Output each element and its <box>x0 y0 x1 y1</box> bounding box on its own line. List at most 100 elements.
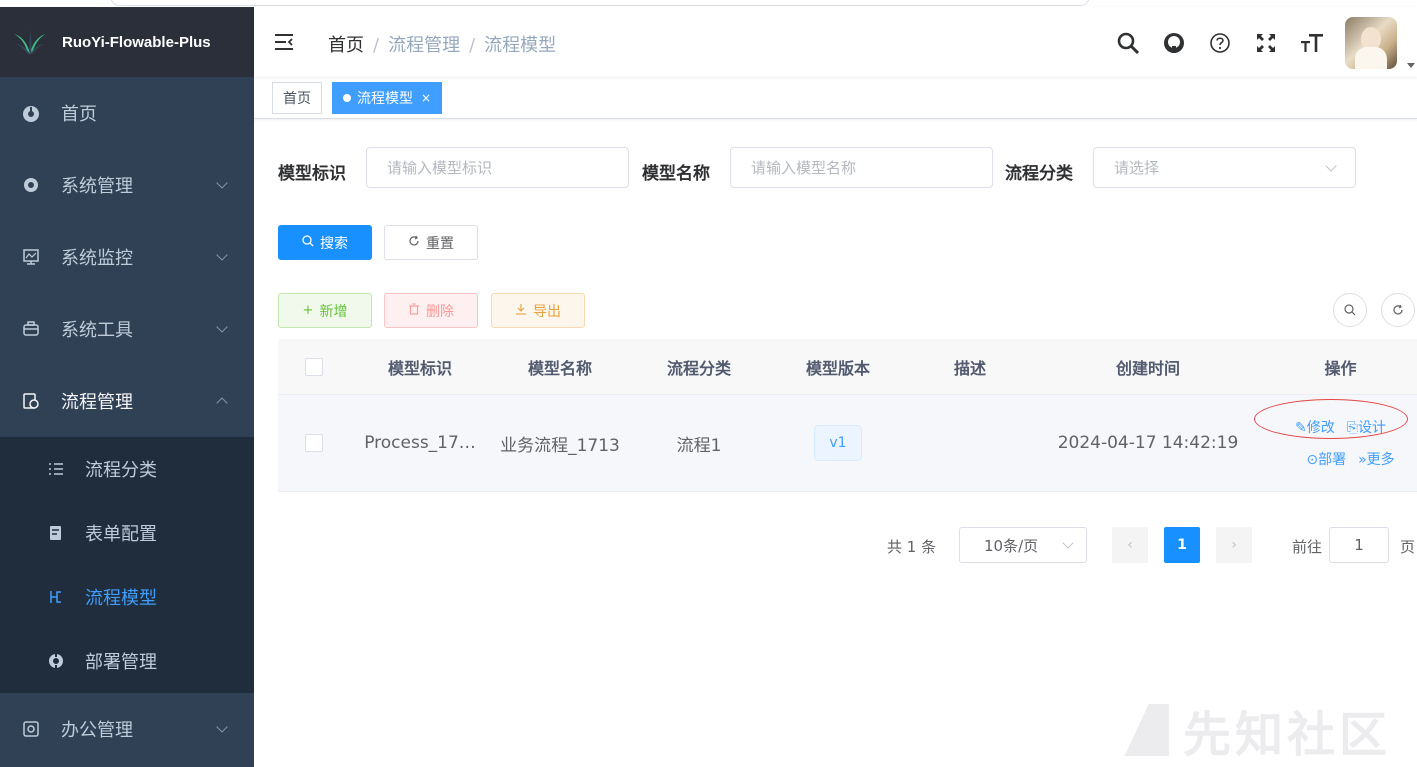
more-link[interactable]: »更多 <box>1358 449 1395 469</box>
model-key-label: 模型标识 <box>278 164 346 184</box>
column-header[interactable]: 模型标识 <box>350 355 490 379</box>
search-icon[interactable] <box>1115 30 1141 56</box>
chevron-left-icon: ‹ <box>1127 537 1133 553</box>
category-select[interactable]: 请选择 <box>1093 147 1356 188</box>
double-arrow-icon: » <box>1358 452 1367 468</box>
plus-icon: + <box>302 303 314 318</box>
chevron-down-icon <box>216 177 228 189</box>
page-number-current[interactable]: 1 <box>1164 527 1200 563</box>
chevron-down-icon <box>216 721 228 733</box>
model-name-link[interactable]: 业务流程_1713 <box>490 431 630 456</box>
font-size-icon[interactable] <box>1299 30 1325 56</box>
workflow-submenu: 流程分类 表单配置 流程模型 部署管理 <box>0 437 254 693</box>
close-icon[interactable]: × <box>421 91 431 105</box>
refresh-button[interactable] <box>1381 293 1415 327</box>
sidebar-item-form-config[interactable]: 表单配置 <box>0 501 254 565</box>
chevron-up-icon <box>216 397 228 409</box>
sidebar-item-system[interactable]: 系统管理 <box>0 149 254 221</box>
hamburger-icon[interactable] <box>274 33 294 51</box>
page-size-select[interactable]: 10条/页 <box>959 527 1087 563</box>
header-checkbox-cell <box>278 357 350 376</box>
chevron-down-icon <box>216 321 228 333</box>
monitor-icon <box>22 248 40 266</box>
help-icon[interactable] <box>1207 30 1233 56</box>
breadcrumb: 首页 / 流程管理 / 流程模型 <box>328 31 556 57</box>
toggle-search-button[interactable] <box>1333 293 1367 327</box>
sidebar-item-label: 系统监控 <box>61 248 133 269</box>
breadcrumb-workflow: 流程管理 <box>388 35 461 56</box>
sidebar-item-deploy[interactable]: 部署管理 <box>0 629 254 693</box>
chevron-down-icon <box>1325 160 1337 172</box>
goto-label: 前往 <box>1292 538 1323 556</box>
category-placeholder: 请选择 <box>1114 159 1160 177</box>
delete-button-label: 删除 <box>426 303 454 320</box>
navbar-right-menu <box>1115 17 1417 69</box>
chevron-down-icon <box>216 249 228 261</box>
sidebar-item-workflow[interactable]: 流程管理 <box>0 365 254 437</box>
chevron-down-icon <box>1062 537 1074 549</box>
column-header[interactable]: 模型版本 <box>768 355 908 379</box>
download-icon <box>515 303 527 319</box>
tag-label: 首页 <box>283 91 311 107</box>
goto-page-input[interactable]: 1 <box>1329 527 1389 563</box>
ops-line-1: ✎修改 ⎘设计 <box>1295 417 1386 437</box>
avatar[interactable] <box>1345 17 1397 69</box>
edit-icon: ✎ <box>1295 420 1307 436</box>
category-label: 流程分类 <box>1005 164 1073 184</box>
sidebar-item-label: 系统工具 <box>61 320 133 341</box>
sidebar-item-label: 首页 <box>61 104 97 125</box>
model-key-input[interactable]: 请输入模型标识 <box>366 147 629 188</box>
next-page-button[interactable]: › <box>1216 527 1252 563</box>
form-icon <box>47 524 65 542</box>
fullscreen-icon[interactable] <box>1253 30 1279 56</box>
watermark-logo <box>1119 704 1169 756</box>
sidebar-item-label: 流程分类 <box>85 460 157 481</box>
edit-link[interactable]: ✎修改 <box>1295 417 1335 437</box>
tags-view: 首页 流程模型 × <box>254 77 1417 119</box>
prev-page-button[interactable]: ‹ <box>1112 527 1148 563</box>
navbar: 首页 / 流程管理 / 流程模型 <box>254 7 1417 77</box>
sidebar-item-category[interactable]: 流程分类 <box>0 437 254 501</box>
browser-address-bar[interactable] <box>110 0 1090 6</box>
breadcrumb-home[interactable]: 首页 <box>328 35 364 56</box>
delete-button[interactable]: 删除 <box>384 293 478 328</box>
breadcrumb-separator: / <box>373 35 380 56</box>
list-icon <box>47 460 65 478</box>
column-header[interactable]: 流程分类 <box>630 355 768 379</box>
search-button[interactable]: 搜索 <box>278 225 372 260</box>
avatar-body <box>1355 47 1387 69</box>
reset-button[interactable]: 重置 <box>384 225 478 260</box>
sidebar-item-model[interactable]: 流程模型 <box>0 565 254 629</box>
column-header[interactable]: 描述 <box>908 355 1032 379</box>
logo-icon <box>14 30 46 54</box>
more-label: 更多 <box>1366 452 1395 468</box>
sidebar-item-home[interactable]: 首页 <box>0 77 254 149</box>
deploy-link[interactable]: ⊙部署 <box>1306 449 1346 469</box>
sidebar-item-monitor[interactable]: 系统监控 <box>0 221 254 293</box>
table-header: 模型标识 模型名称 流程分类 模型版本 描述 创建时间 操作 <box>278 339 1417 395</box>
tag-home[interactable]: 首页 <box>272 82 322 114</box>
sidebar-item-tools[interactable]: 系统工具 <box>0 293 254 365</box>
office-icon <box>22 720 40 738</box>
design-link[interactable]: ⎘设计 <box>1347 417 1386 437</box>
refresh-icon <box>408 235 420 251</box>
search-icon <box>1344 304 1356 316</box>
column-header[interactable]: 模型名称 <box>490 355 630 379</box>
watermark: 先知社区 <box>1119 695 1391 765</box>
github-icon[interactable] <box>1161 30 1187 56</box>
export-button[interactable]: 导出 <box>491 293 585 328</box>
model-name-input[interactable]: 请输入模型名称 <box>730 147 993 188</box>
select-all-checkbox[interactable] <box>305 357 323 376</box>
breadcrumb-current: 流程模型 <box>484 35 557 56</box>
sidebar-item-office[interactable]: 办公管理 <box>0 693 254 765</box>
version-tag: v1 <box>814 425 862 461</box>
workflow-icon <box>22 392 40 410</box>
add-button[interactable]: + 新增 <box>278 293 372 328</box>
tag-current[interactable]: 流程模型 × <box>332 82 443 114</box>
deploy-icon <box>47 652 65 670</box>
sidebar-logo[interactable]: RuoYi-Flowable-Plus <box>0 7 254 77</box>
caret-down-icon[interactable] <box>1407 63 1415 68</box>
row-checkbox[interactable] <box>305 434 323 452</box>
column-header[interactable]: 创建时间 <box>1032 355 1264 379</box>
edit-label: 修改 <box>1306 420 1335 436</box>
